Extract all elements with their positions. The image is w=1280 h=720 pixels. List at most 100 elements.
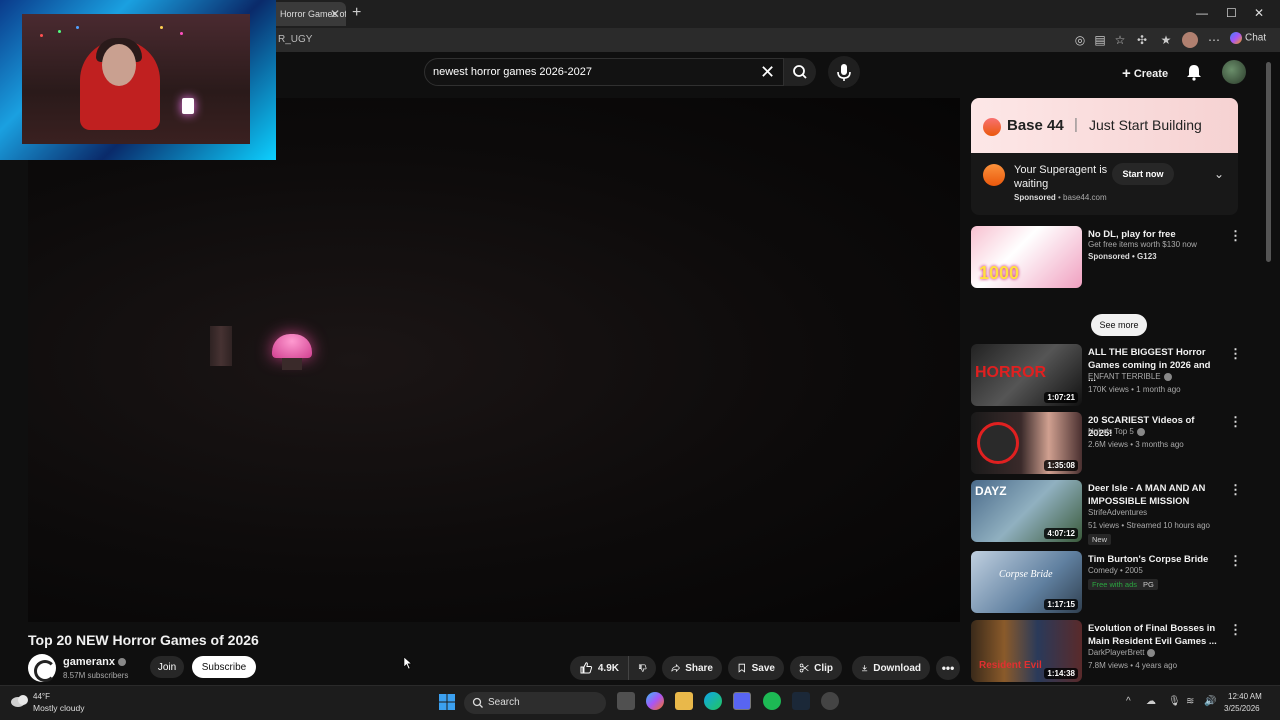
more-vertical-icon[interactable]: ⋮ xyxy=(1229,622,1242,638)
rec-title[interactable]: Evolution of Final Bosses in Main Reside… xyxy=(1088,622,1218,648)
spotify-icon[interactable] xyxy=(763,692,781,710)
cloud-sync-icon[interactable]: ☁ xyxy=(1146,696,1156,707)
video-player[interactable] xyxy=(28,98,960,622)
favorite-star-icon[interactable]: ☆ xyxy=(1112,32,1128,48)
tab-close-icon[interactable]: ✕ xyxy=(330,7,340,21)
list-item[interactable]: Resident Evil 1:14:38 Evolution of Final… xyxy=(971,620,1251,682)
ad-logo-icon xyxy=(983,164,1005,186)
rec-channel-name: ENFANT TERRIBLE xyxy=(1088,372,1161,381)
favorites-icon[interactable]: ★ xyxy=(1158,32,1174,48)
list-item-sponsored[interactable]: 1000 No DL, play for free Get free items… xyxy=(971,226,1251,290)
more-vertical-icon[interactable]: ⋮ xyxy=(1229,228,1242,244)
copilot-app-icon[interactable] xyxy=(646,692,664,710)
ad-separator: | xyxy=(1074,116,1078,133)
more-vertical-icon[interactable]: ⋮ xyxy=(1229,482,1242,498)
task-view-icon[interactable] xyxy=(617,692,635,710)
url-text[interactable]: R_UGY xyxy=(278,34,312,45)
scrollbar-thumb[interactable] xyxy=(1266,62,1271,262)
extensions-icon[interactable]: ✣ xyxy=(1134,32,1150,48)
discord-icon[interactable] xyxy=(733,692,751,710)
fairy-light xyxy=(160,26,163,29)
notifications-button[interactable] xyxy=(1184,62,1204,82)
list-item[interactable]: 1:35:08 20 SCARIEST Videos of 2025! Nuke… xyxy=(971,412,1251,476)
video-frame-window xyxy=(210,326,232,366)
thumbs-up-icon xyxy=(580,662,593,674)
see-more-button[interactable]: See more xyxy=(1091,314,1147,336)
video-duration: 1:35:08 xyxy=(1044,460,1078,471)
more-vertical-icon[interactable]: ⋮ xyxy=(1229,346,1242,362)
file-explorer-icon[interactable] xyxy=(675,692,693,710)
rec-title[interactable]: Tim Burton's Corpse Bride xyxy=(1088,553,1218,566)
minimize-icon[interactable]: — xyxy=(1196,6,1208,20)
start-now-button[interactable]: Start now xyxy=(1112,163,1174,185)
weather-condition[interactable]: Mostly cloudy xyxy=(33,703,85,713)
clock-date[interactable]: 3/25/2026 xyxy=(1224,704,1260,713)
search-button[interactable] xyxy=(784,58,816,86)
ad-brand: Base 44 xyxy=(1007,117,1064,134)
list-item[interactable]: HORROR 1:07:21 ALL THE BIGGEST Horror Ga… xyxy=(971,344,1251,408)
download-button[interactable]: Download xyxy=(852,656,930,680)
thumbnail-anime-ad[interactable]: 1000 xyxy=(971,226,1082,288)
copilot-icon[interactable]: ◎ xyxy=(1072,32,1088,48)
list-item[interactable]: Corpse Bride 1:17:15 Tim Burton's Corpse… xyxy=(971,551,1251,615)
windows-start-icon[interactable] xyxy=(438,693,456,711)
search-input[interactable] xyxy=(433,64,753,80)
rec-channel: DarkPlayerBrett xyxy=(1088,648,1156,657)
video-thumbnail[interactable]: Resident Evil 1:14:38 xyxy=(971,620,1082,682)
clock-time[interactable]: 12:40 AM xyxy=(1228,692,1262,701)
ad-card[interactable]: Your Superagent is waiting Sponsored • b… xyxy=(971,153,1238,215)
subscribe-button[interactable]: Subscribe xyxy=(192,656,256,678)
browser-tab[interactable]: Horror Games of ✕ xyxy=(270,2,346,26)
chat-button[interactable]: Chat xyxy=(1230,32,1266,44)
more-menu-icon[interactable]: ⋯ xyxy=(1206,32,1222,48)
chevron-down-icon[interactable]: ⌄ xyxy=(1214,167,1224,181)
video-thumbnail[interactable]: HORROR 1:07:21 xyxy=(971,344,1082,406)
microphone-tray-icon[interactable]: 🎙 xyxy=(1168,696,1181,707)
create-button[interactable]: + Create xyxy=(1114,60,1176,84)
wifi-icon[interactable]: ≋ xyxy=(1186,696,1194,707)
ad-banner[interactable]: Base 44 | Just Start Building xyxy=(971,98,1238,153)
share-label: Share xyxy=(685,662,713,674)
new-tab-icon[interactable]: + xyxy=(352,4,361,22)
steam-icon[interactable] xyxy=(792,692,810,710)
obs-icon[interactable] xyxy=(821,692,839,710)
app-icon[interactable]: ▤ xyxy=(1092,32,1108,48)
webcam-person-face xyxy=(102,44,136,86)
tray-overflow-chevron-icon[interactable]: ^ xyxy=(1126,696,1131,707)
verified-icon xyxy=(117,658,126,667)
fairy-light xyxy=(180,32,183,35)
channel-name[interactable]: gameranx xyxy=(63,656,126,668)
video-thumbnail[interactable]: Corpse Bride 1:17:15 xyxy=(971,551,1082,613)
video-thumbnail[interactable]: DAYZ 4:07:12 xyxy=(971,480,1082,542)
more-vertical-icon[interactable]: ⋮ xyxy=(1229,414,1242,430)
rec-meta: 170K views • 1 month ago xyxy=(1088,385,1181,394)
save-button[interactable]: Save xyxy=(728,656,784,680)
share-button[interactable]: Share xyxy=(662,656,722,680)
account-avatar[interactable] xyxy=(1222,60,1246,84)
maximize-icon[interactable]: ☐ xyxy=(1226,6,1237,20)
dislike-button[interactable] xyxy=(628,656,656,680)
verified-icon xyxy=(1136,427,1145,436)
clear-search-icon[interactable]: ✕ xyxy=(760,62,775,83)
video-thumbnail[interactable]: 1:35:08 xyxy=(971,412,1082,474)
channel-avatar[interactable] xyxy=(28,654,56,682)
weather-temperature[interactable]: 44°F xyxy=(33,692,50,701)
more-actions-button[interactable]: ••• xyxy=(936,656,960,680)
volume-icon[interactable]: 🔊 xyxy=(1204,696,1216,707)
clip-button[interactable]: Clip xyxy=(790,656,842,680)
rec-title[interactable]: Deer Isle - A MAN AND AN IMPOSSIBLE MISS… xyxy=(1088,482,1218,508)
edge-browser-icon[interactable] xyxy=(704,692,722,710)
voice-search-button[interactable] xyxy=(828,56,860,88)
join-button[interactable]: Join xyxy=(150,656,184,678)
cloud-icon[interactable] xyxy=(10,692,30,708)
channel-name-text: gameranx xyxy=(63,656,115,668)
like-button[interactable]: 4.9K xyxy=(570,656,628,680)
video-duration: 1:17:15 xyxy=(1044,599,1078,610)
search-box[interactable] xyxy=(424,58,784,86)
profile-icon[interactable] xyxy=(1182,32,1198,48)
taskbar-search[interactable]: Search xyxy=(464,692,606,714)
close-window-icon[interactable]: ✕ xyxy=(1254,6,1264,20)
taskbar-search-label: Search xyxy=(488,697,520,708)
more-vertical-icon[interactable]: ⋮ xyxy=(1229,553,1242,569)
list-item[interactable]: DAYZ 4:07:12 Deer Isle - A MAN AND AN IM… xyxy=(971,480,1251,545)
